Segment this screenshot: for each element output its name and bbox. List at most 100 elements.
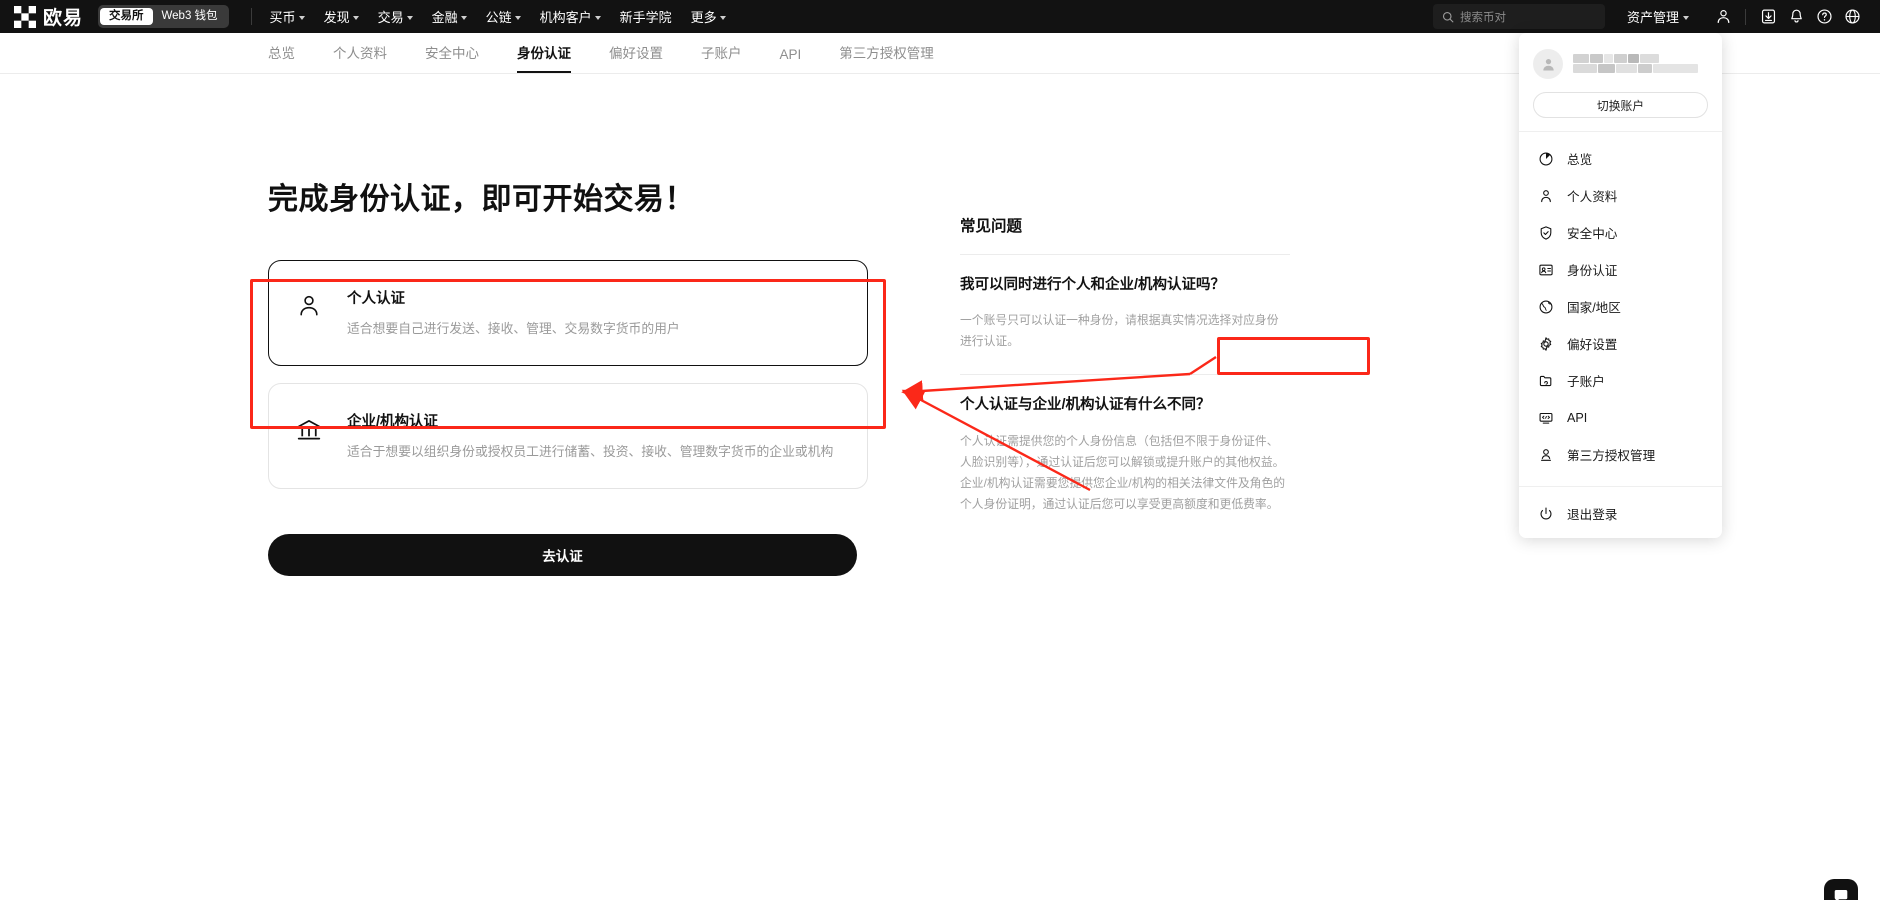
chevron-down-icon bbox=[720, 16, 726, 20]
person-icon bbox=[296, 293, 322, 319]
tab-preferences[interactable]: 偏好设置 bbox=[609, 42, 663, 73]
bank-icon bbox=[295, 416, 323, 444]
chevron-down-icon bbox=[353, 16, 359, 20]
nav-item-trade[interactable]: 交易 bbox=[378, 7, 413, 26]
go-verify-button[interactable]: 去认证 bbox=[268, 534, 857, 576]
search-icon bbox=[1442, 11, 1454, 23]
menu-item-api[interactable]: API bbox=[1519, 399, 1722, 436]
tab-overview[interactable]: 总览 bbox=[268, 42, 295, 73]
card-description: 适合于想要以组织身份或授权员工进行储蓄、投资、接收、管理数字货币的企业或机构 bbox=[347, 441, 841, 462]
nav-item-chain[interactable]: 公链 bbox=[486, 7, 521, 26]
card-personal-verification[interactable]: 个人认证 适合想要自己进行发送、接收、管理、交易数字货币的用户 bbox=[268, 260, 868, 366]
menu-item-third-party-auth[interactable]: 第三方授权管理 bbox=[1519, 436, 1722, 473]
notifications-button[interactable] bbox=[1782, 3, 1810, 31]
brand-logo[interactable]: 欧易 bbox=[14, 3, 83, 30]
menu-item-label: 第三方授权管理 bbox=[1567, 445, 1655, 464]
menu-item-security-center[interactable]: 安全中心 bbox=[1519, 214, 1722, 251]
avatar bbox=[1533, 49, 1563, 79]
gear-icon bbox=[1537, 335, 1554, 352]
nav-item-buy-crypto[interactable]: 买币 bbox=[270, 7, 305, 26]
chevron-down-icon bbox=[595, 16, 601, 20]
pie-chart-icon bbox=[1537, 150, 1554, 167]
okx-logo-icon bbox=[14, 6, 36, 28]
faq-question[interactable]: 个人认证与企业/机构认证有什么不同？ bbox=[960, 395, 1290, 416]
faq-divider bbox=[960, 374, 1290, 375]
globe-icon bbox=[1537, 298, 1554, 315]
menu-item-label: 国家/地区 bbox=[1567, 297, 1621, 316]
person-icon bbox=[1537, 187, 1554, 204]
menu-item-label: 退出登录 bbox=[1567, 504, 1617, 523]
nav-item-more[interactable]: 更多 bbox=[691, 7, 726, 26]
faq-answer: 个人认证需提供您的个人身份信息（包括但不限于身份证件、人脸识别等），通过认证后您… bbox=[960, 431, 1290, 516]
globe-icon bbox=[1844, 8, 1861, 25]
tab-security-center[interactable]: 安全中心 bbox=[425, 42, 479, 73]
primary-nav-links: 买币 发现 交易 金融 公链 机构客户 新手学院 更多 bbox=[270, 7, 726, 26]
card-icon-wrap bbox=[293, 287, 325, 319]
tab-sub-accounts[interactable]: 子账户 bbox=[701, 42, 742, 73]
menu-item-country-region[interactable]: 国家/地区 bbox=[1519, 288, 1722, 325]
tab-third-party-auth[interactable]: 第三方授权管理 bbox=[839, 42, 934, 73]
menu-item-profile[interactable]: 个人资料 bbox=[1519, 177, 1722, 214]
dropdown-user-row bbox=[1519, 45, 1722, 79]
masked-username bbox=[1573, 53, 1708, 75]
card-body: 企业/机构认证 适合于想要以组织身份或授权员工进行储蓄、投资、接收、管理数字货币… bbox=[347, 410, 841, 462]
user-icon bbox=[1715, 8, 1732, 25]
menu-item-label: 偏好设置 bbox=[1567, 334, 1617, 353]
account-icon-button[interactable] bbox=[1709, 3, 1737, 31]
asset-management-menu[interactable]: 资产管理 bbox=[1627, 7, 1689, 26]
search-input[interactable]: 搜索币对 bbox=[1433, 4, 1605, 29]
faq-title: 常见问题 bbox=[960, 214, 1290, 236]
nav-item-institutional[interactable]: 机构客户 bbox=[540, 7, 601, 26]
download-icon bbox=[1760, 8, 1777, 25]
menu-item-preferences[interactable]: 偏好设置 bbox=[1519, 325, 1722, 362]
card-description: 适合想要自己进行发送、接收、管理、交易数字货币的用户 bbox=[347, 318, 841, 339]
chevron-down-icon bbox=[461, 16, 467, 20]
tab-identity-verification[interactable]: 身份认证 bbox=[517, 42, 571, 73]
nav-label: 公链 bbox=[486, 7, 512, 26]
segment-exchange[interactable]: 交易所 bbox=[100, 8, 153, 26]
brand-name: 欧易 bbox=[43, 3, 83, 30]
menu-item-label: 子账户 bbox=[1567, 371, 1605, 390]
menu-item-sub-accounts[interactable]: 子账户 bbox=[1519, 362, 1722, 399]
menu-item-logout[interactable]: 退出登录 bbox=[1519, 495, 1722, 532]
nav-label: 更多 bbox=[691, 7, 717, 26]
help-button[interactable] bbox=[1810, 3, 1838, 31]
nav-label: 新手学院 bbox=[620, 7, 672, 26]
faq-section: 常见问题 我可以同时进行个人和企业/机构认证吗？ 一个账号只可以认证一种身份，请… bbox=[960, 214, 1290, 537]
tab-profile[interactable]: 个人资料 bbox=[333, 42, 387, 73]
segment-web3-wallet[interactable]: Web3 钱包 bbox=[153, 8, 227, 26]
menu-item-identity-verification[interactable]: 身份认证 bbox=[1519, 251, 1722, 288]
sub-account-icon bbox=[1537, 372, 1554, 389]
card-title: 企业/机构认证 bbox=[347, 410, 841, 431]
verification-panel: 完成身份认证，即可开始交易！ 个人认证 适合想要自己进行发送、接收、管理、交易数… bbox=[268, 174, 868, 576]
power-icon bbox=[1537, 505, 1554, 522]
card-icon-wrap bbox=[293, 410, 325, 444]
dropdown-divider bbox=[1519, 486, 1722, 487]
auth-person-icon bbox=[1537, 446, 1554, 463]
nav-label: 交易 bbox=[378, 7, 404, 26]
nav-item-academy[interactable]: 新手学院 bbox=[620, 7, 672, 26]
code-window-icon bbox=[1537, 409, 1554, 426]
menu-item-overview[interactable]: 总览 bbox=[1519, 140, 1722, 177]
nav-label: 发现 bbox=[324, 7, 350, 26]
product-switcher[interactable]: 交易所 Web3 钱包 bbox=[98, 5, 229, 28]
chevron-down-icon bbox=[407, 16, 413, 20]
faq-question[interactable]: 我可以同时进行个人和企业/机构认证吗？ bbox=[960, 275, 1290, 296]
asset-management-label: 资产管理 bbox=[1627, 7, 1679, 26]
nav-label: 金融 bbox=[432, 7, 458, 26]
menu-item-label: 安全中心 bbox=[1567, 223, 1617, 242]
chat-support-button[interactable] bbox=[1824, 879, 1858, 900]
nav-item-discover[interactable]: 发现 bbox=[324, 7, 359, 26]
bell-icon bbox=[1788, 8, 1805, 25]
tab-api[interactable]: API bbox=[780, 47, 802, 73]
nav-label: 买币 bbox=[270, 7, 296, 26]
faq-answer: 一个账号只可以认证一种身份，请根据真实情况选择对应身份进行认证。 bbox=[960, 310, 1290, 352]
nav-item-finance[interactable]: 金融 bbox=[432, 7, 467, 26]
switch-account-button[interactable]: 切换账户 bbox=[1533, 92, 1708, 118]
card-enterprise-verification[interactable]: 企业/机构认证 适合于想要以组织身份或授权员工进行储蓄、投资、接收、管理数字货币… bbox=[268, 383, 868, 489]
download-icon-button[interactable] bbox=[1754, 3, 1782, 31]
language-button[interactable] bbox=[1838, 3, 1866, 31]
chevron-down-icon bbox=[299, 16, 305, 20]
icon-divider bbox=[1745, 9, 1746, 25]
page-title: 完成身份认证，即可开始交易！ bbox=[268, 174, 868, 218]
